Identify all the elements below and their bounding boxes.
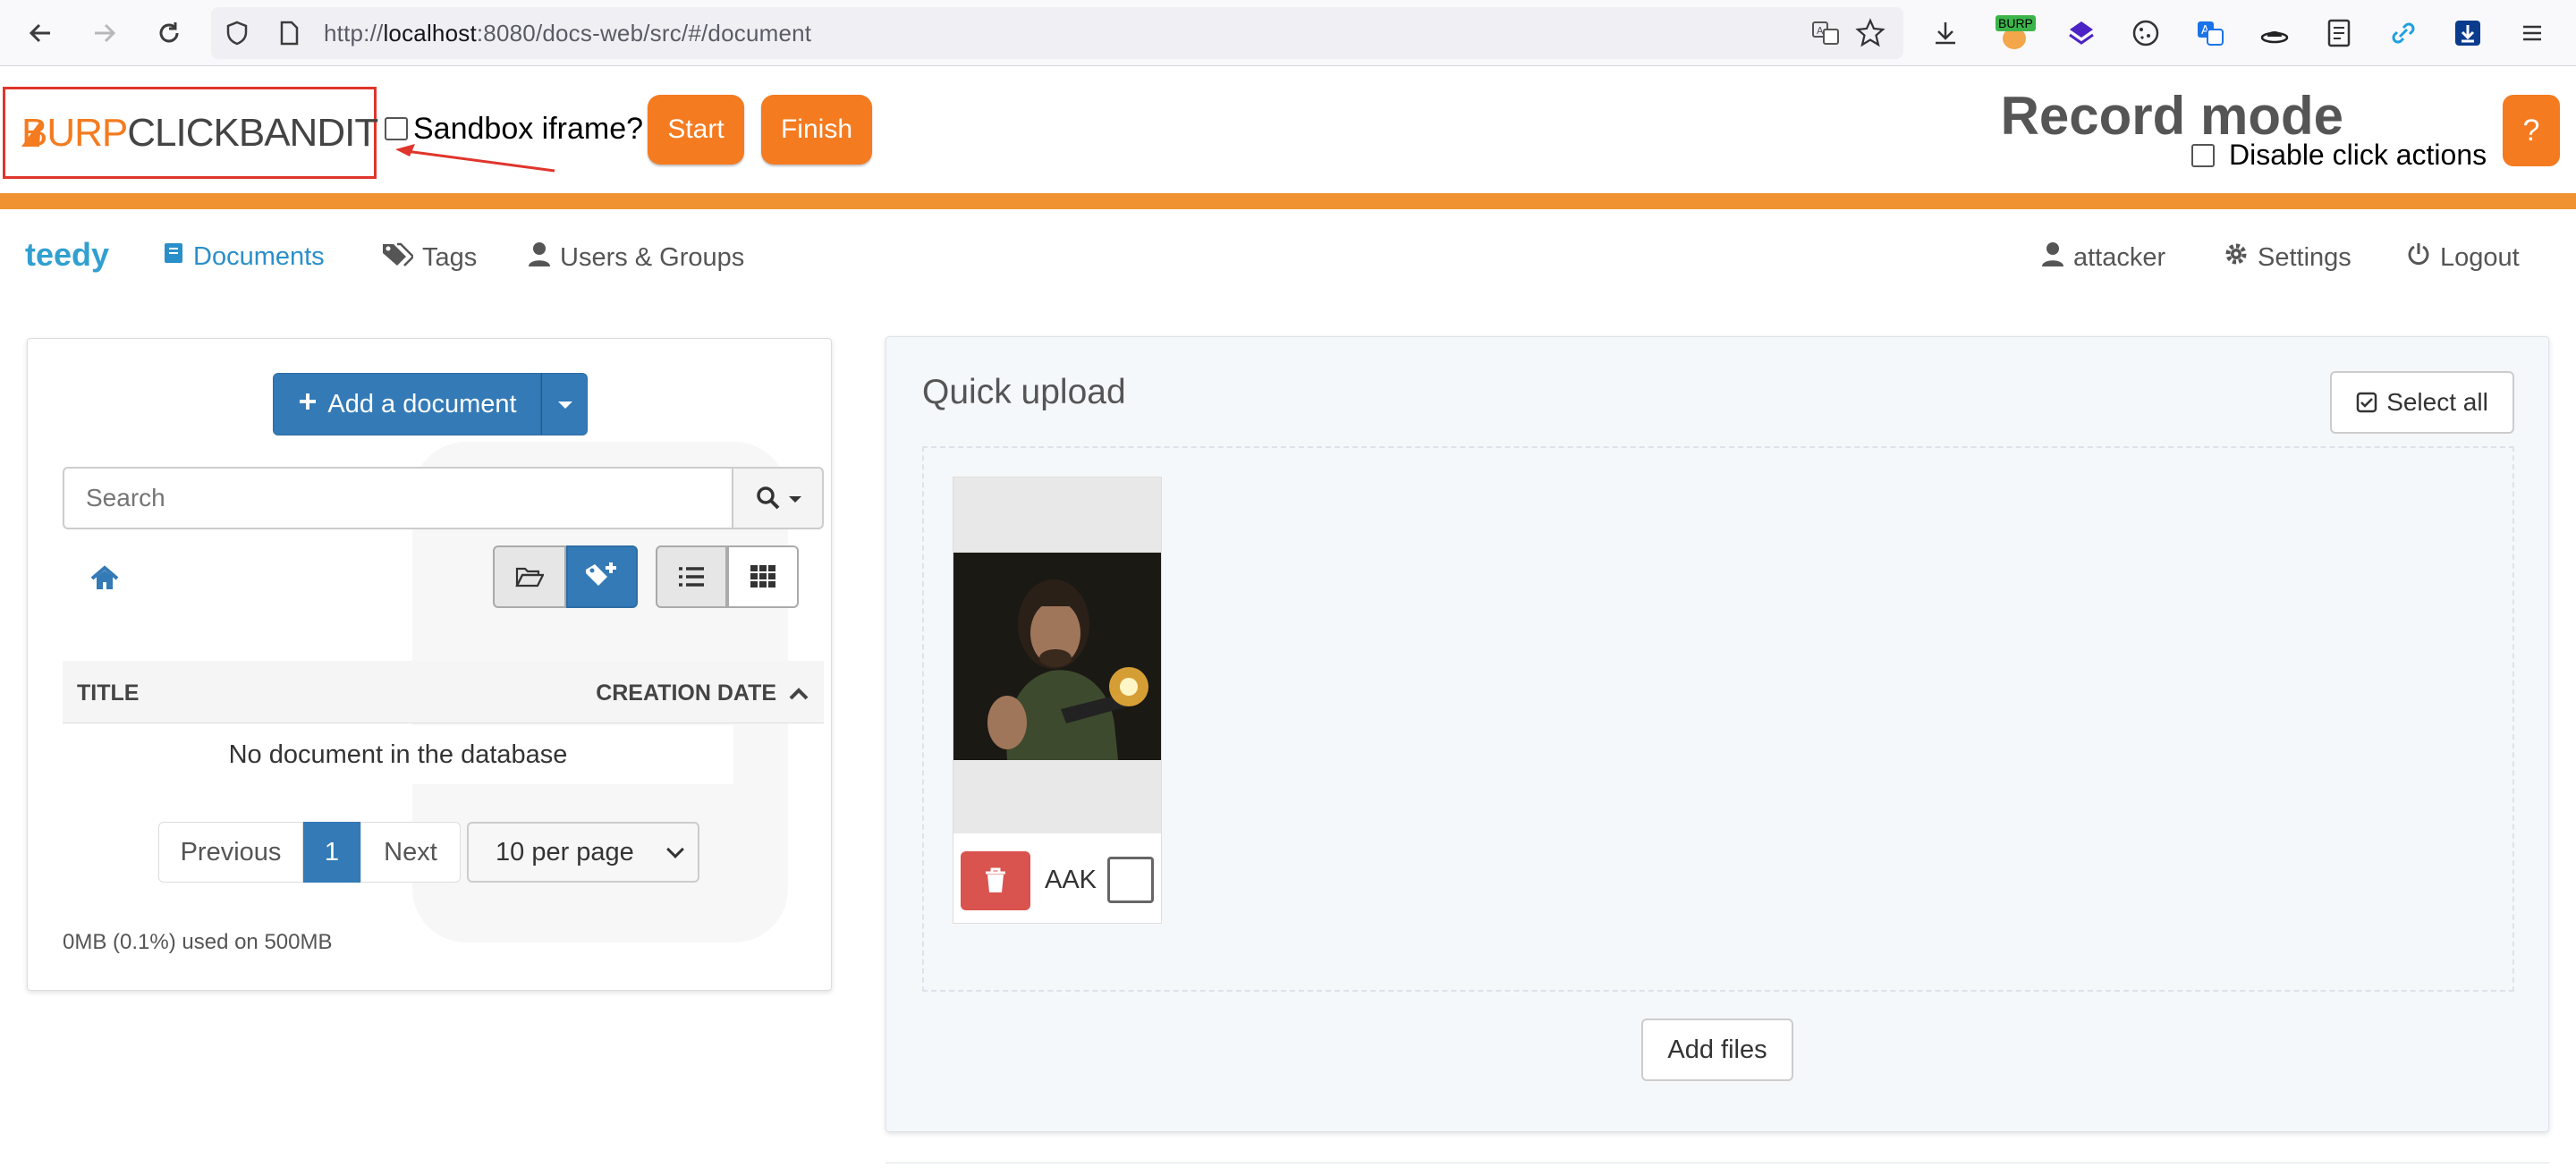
- column-creation-date[interactable]: CREATION DATE: [596, 680, 809, 706]
- clickbandit-logo: BURPCLICKBANDIT: [3, 87, 378, 179]
- shield-icon[interactable]: [224, 20, 250, 51]
- cookie-icon[interactable]: [2125, 13, 2166, 54]
- documents-table-header: TITLE CREATION DATE: [63, 661, 824, 723]
- orange-divider: [0, 193, 2576, 209]
- brand-logo[interactable]: teedy: [25, 236, 109, 274]
- sandbox-iframe-label: Sandbox iframe?: [413, 112, 644, 146]
- column-title[interactable]: TITLE: [77, 680, 139, 706]
- next-page-button[interactable]: Next: [360, 822, 461, 883]
- disable-click-actions-label: Disable click actions: [2229, 139, 2487, 171]
- nav-tags[interactable]: Tags: [381, 241, 477, 274]
- nav-documents[interactable]: Documents: [163, 241, 325, 272]
- nav-current-user[interactable]: attacker: [2041, 241, 2165, 274]
- start-button[interactable]: Start: [648, 95, 744, 165]
- file-select-checkbox[interactable]: [1107, 857, 1154, 903]
- documents-panel: Add a document TITLE CREATION DATE No do…: [27, 338, 832, 991]
- book-icon: [163, 241, 184, 272]
- reload-icon[interactable]: [148, 13, 190, 54]
- search-icon: [757, 486, 780, 510]
- forward-icon[interactable]: [84, 13, 125, 54]
- next-panel-edge: [886, 1162, 2549, 1175]
- empty-table-message: No document in the database: [63, 725, 733, 784]
- delete-file-button[interactable]: [961, 851, 1030, 910]
- home-icon[interactable]: [89, 562, 121, 595]
- help-button[interactable]: ?: [2503, 95, 2560, 166]
- storage-quota: 0MB (0.1%) used on 500MB: [63, 930, 333, 954]
- page-1-button[interactable]: 1: [303, 822, 360, 883]
- sandbox-iframe-checkbox[interactable]: [385, 117, 408, 140]
- url-text[interactable]: http://localhost:8080/docs-web/src/#/doc…: [324, 20, 811, 47]
- burp-extension-icon[interactable]: BURP: [1993, 13, 2036, 54]
- power-icon: [2406, 241, 2431, 274]
- chevron-down-icon: [666, 841, 684, 858]
- tag-plus-icon: [586, 562, 616, 586]
- reader-icon[interactable]: [2318, 13, 2360, 54]
- menu-icon[interactable]: [2512, 13, 2553, 54]
- browser-toolbar: http://localhost:8080/docs-web/src/#/doc…: [0, 0, 2576, 66]
- add-files-button[interactable]: Add files: [1641, 1019, 1793, 1081]
- svg-text:A: A: [1817, 25, 1824, 37]
- translator-extension-icon[interactable]: A: [2190, 13, 2231, 54]
- list-icon: [679, 567, 704, 587]
- hat-extension-icon[interactable]: [2254, 13, 2295, 54]
- nav-users-groups[interactable]: Users & Groups: [528, 241, 744, 274]
- caret-down-icon: [789, 496, 801, 503]
- folder-open-icon: [515, 567, 544, 588]
- nav-settings[interactable]: Settings: [2224, 241, 2351, 274]
- folder-view-button[interactable]: [493, 545, 566, 608]
- search-input[interactable]: [63, 467, 733, 529]
- add-document-button[interactable]: Add a document: [273, 373, 541, 435]
- list-view-button[interactable]: [656, 545, 727, 608]
- file-card[interactable]: AAK: [953, 477, 1162, 924]
- quick-upload-panel: Quick upload Select all AAK Add files: [886, 336, 2549, 1132]
- nav-logout[interactable]: Logout: [2406, 241, 2520, 274]
- select-all-button[interactable]: Select all: [2330, 371, 2514, 434]
- download-manager-icon[interactable]: [2447, 13, 2488, 54]
- bookmark-star-icon[interactable]: [1855, 18, 1885, 53]
- tags-icon: [381, 241, 415, 274]
- search-options-button[interactable]: [732, 467, 824, 529]
- plus-icon: [297, 390, 318, 419]
- file-thumbnail-image[interactable]: [953, 553, 1161, 760]
- trash-icon: [986, 867, 1005, 892]
- layers-extension-icon[interactable]: [2061, 13, 2102, 54]
- per-page-select[interactable]: 10 per page: [467, 822, 699, 883]
- add-document-dropdown[interactable]: [541, 373, 588, 435]
- checkbox-checked-icon: [2356, 392, 2377, 413]
- back-icon[interactable]: [20, 13, 61, 54]
- chevron-up-icon: [789, 688, 809, 700]
- address-bar[interactable]: http://localhost:8080/docs-web/src/#/doc…: [211, 7, 1903, 59]
- tag-filter-button[interactable]: [566, 545, 638, 608]
- translate-icon[interactable]: A: [1810, 18, 1841, 53]
- downloads-icon[interactable]: [1925, 13, 1966, 54]
- caret-down-icon: [558, 402, 572, 409]
- annotation-arrow: [395, 144, 555, 173]
- clickbandit-toolbar: BURPCLICKBANDIT Sandbox iframe? Start Fi…: [0, 67, 2576, 193]
- page-icon[interactable]: [275, 20, 302, 51]
- app-navbar: teedy Documents Tags Users & Groups atta…: [0, 209, 2576, 304]
- disable-click-actions-checkbox[interactable]: [2191, 144, 2215, 167]
- record-mode-title: Record mode: [2000, 86, 2343, 146]
- finish-button[interactable]: Finish: [761, 95, 872, 165]
- link-extension-icon[interactable]: [2383, 13, 2424, 54]
- user-icon: [528, 241, 551, 274]
- gear-icon: [2224, 241, 2249, 274]
- previous-page-button[interactable]: Previous: [158, 822, 303, 883]
- grid-view-button[interactable]: [727, 545, 799, 608]
- file-name: AAK: [1045, 866, 1097, 894]
- quick-upload-title: Quick upload: [922, 373, 1126, 411]
- grid-icon: [750, 565, 775, 588]
- user-icon: [2041, 241, 2064, 274]
